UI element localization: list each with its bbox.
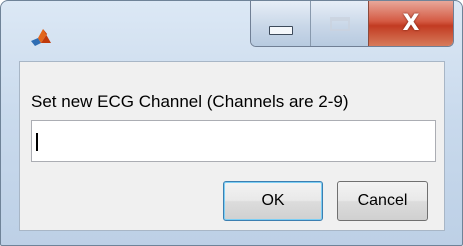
cancel-button[interactable]: Cancel: [337, 181, 428, 221]
text-caret: [36, 133, 38, 151]
minimize-button[interactable]: [251, 1, 311, 46]
prompt-label: Set new ECG Channel (Channels are 2-9): [31, 92, 349, 111]
maximize-icon: [329, 16, 350, 31]
channel-input[interactable]: [31, 120, 436, 162]
dialog-content: Set new ECG Channel (Channels are 2-9) O…: [19, 61, 445, 231]
minimize-icon: [268, 26, 293, 35]
window-controls: X: [250, 1, 454, 47]
matlab-icon[interactable]: [30, 26, 52, 48]
close-button[interactable]: X: [369, 1, 453, 46]
ok-button[interactable]: OK: [223, 181, 323, 221]
dialog-window: X Set new ECG Channel (Channels are 2-9)…: [0, 0, 463, 246]
maximize-button: [311, 1, 369, 46]
title-bar[interactable]: X: [1, 1, 462, 61]
close-icon: X: [402, 10, 420, 36]
